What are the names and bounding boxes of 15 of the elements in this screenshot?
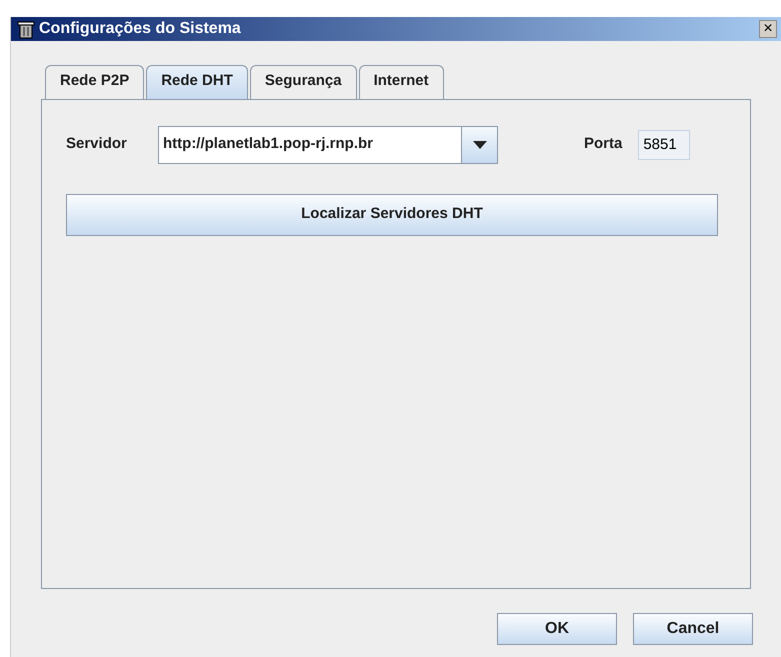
find-servers-button[interactable]: Localizar Servidores DHT xyxy=(66,194,718,236)
dropdown-arrow-icon xyxy=(472,140,486,148)
cancel-button[interactable]: Cancel xyxy=(633,612,753,644)
close-button[interactable]: × xyxy=(759,20,777,38)
port-label: Porta xyxy=(584,134,622,154)
tab[interactable]: Rede P2P xyxy=(45,65,144,98)
server-label: Servidor xyxy=(66,134,128,154)
window-title: Configurações do Sistema xyxy=(39,19,241,39)
tab[interactable]: Rede DHT xyxy=(146,65,248,98)
tab[interactable]: Internet xyxy=(358,65,444,98)
ok-button[interactable]: OK xyxy=(497,612,617,644)
port-field[interactable]: 5851 xyxy=(638,130,690,160)
trash-can-icon xyxy=(17,19,35,39)
server-dropdown[interactable]: http://planetlab1.pop-rj.rnp.br xyxy=(158,126,498,164)
tab[interactable]: Segurança xyxy=(250,65,357,98)
